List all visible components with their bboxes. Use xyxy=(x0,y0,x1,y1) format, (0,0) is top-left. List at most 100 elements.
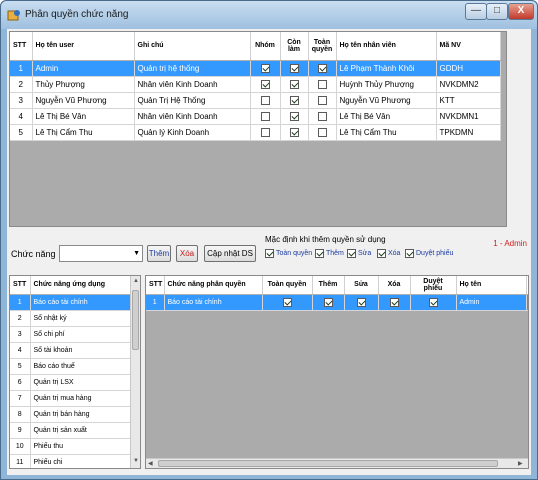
user-full-cell[interactable] xyxy=(308,124,337,141)
permissions-col-header[interactable]: Xóa xyxy=(378,276,411,295)
permissions-col-header[interactable]: Sửa xyxy=(344,276,379,295)
function-row[interactable]: 11 Phiếu chi xyxy=(10,454,131,468)
default-add-checkbox[interactable] xyxy=(315,249,324,258)
update-list-button[interactable]: Cập nhật DS xyxy=(204,245,256,262)
user-active-checkbox[interactable] xyxy=(289,111,299,121)
permissions-col-header[interactable]: Duyệt phiếu xyxy=(410,276,457,295)
functions-col-header[interactable]: STT xyxy=(10,276,31,295)
user-row[interactable]: 1 Admin Quản trị hệ thống Lê Phạm Thành Khô… xyxy=(10,60,501,77)
function-row[interactable]: 1 Báo cáo tài chính xyxy=(10,294,131,311)
scroll-left-icon[interactable]: ◀ xyxy=(148,460,153,467)
users-col-header[interactable]: STT xyxy=(10,32,33,61)
user-full-cell[interactable] xyxy=(308,108,337,125)
function-combobox[interactable]: ▼ xyxy=(59,245,143,262)
functions-col-header[interactable]: Chức năng ứng dụng xyxy=(30,276,131,295)
function-row[interactable]: 9 Quản trị sản xuất xyxy=(10,422,131,439)
scroll-right-icon[interactable]: ▶ xyxy=(518,460,523,467)
user-full-checkbox[interactable] xyxy=(317,95,327,105)
default-full-option[interactable]: Toàn quyền xyxy=(265,249,312,258)
chevron-down-icon[interactable]: ▼ xyxy=(133,250,140,257)
user-row[interactable]: 5 Lê Thị Cẩm Thu Quản lý Kinh Doanh Lê Thị … xyxy=(10,124,501,141)
user-group-cell[interactable] xyxy=(250,60,281,77)
perm-delete-cell[interactable] xyxy=(378,294,411,311)
permissions-col-header[interactable]: STT xyxy=(146,276,165,295)
default-approve-option[interactable]: Duyệt phiếu xyxy=(405,249,453,258)
perm-approve-checkbox[interactable] xyxy=(428,297,438,307)
delete-button[interactable]: Xóa xyxy=(176,245,198,262)
title-bar[interactable]: Phân quyền chức năng — □ X xyxy=(1,1,537,29)
user-active-checkbox[interactable] xyxy=(289,63,299,73)
default-edit-option[interactable]: Sửa xyxy=(347,249,371,258)
add-button[interactable]: Thêm xyxy=(147,245,171,262)
maximize-button[interactable]: □ xyxy=(486,3,508,20)
default-delete-checkbox[interactable] xyxy=(377,249,386,258)
perm-delete-checkbox[interactable] xyxy=(389,297,399,307)
perm-add-cell[interactable] xyxy=(312,294,345,311)
perm-add-checkbox[interactable] xyxy=(323,297,333,307)
function-row[interactable]: 7 Quản trị mua hàng xyxy=(10,390,131,407)
permissions-col-header[interactable]: C xyxy=(526,276,528,295)
permissions-col-header[interactable]: Chức năng phân quyền xyxy=(164,276,263,295)
user-row[interactable]: 3 Nguyễn Vũ Phương Quản Trị Hệ Thống Nguyễn… xyxy=(10,92,501,109)
user-full-checkbox[interactable] xyxy=(317,63,327,73)
user-full-cell[interactable] xyxy=(308,60,337,77)
user-full-checkbox[interactable] xyxy=(317,111,327,121)
permissions-scroll-thumb[interactable] xyxy=(158,460,498,467)
minimize-button[interactable]: — xyxy=(465,3,487,20)
permissions-scrollbar[interactable]: ◀ ▶ xyxy=(146,458,528,468)
function-row[interactable]: 6 Quản trị LSX xyxy=(10,374,131,391)
permissions-col-header[interactable]: Họ tên xyxy=(456,276,527,295)
user-active-cell[interactable] xyxy=(280,108,309,125)
user-group-cell[interactable] xyxy=(250,76,281,93)
user-row[interactable]: 2 Thủy Phượng Nhân viên Kinh Doanh Huỳnh Th… xyxy=(10,76,501,93)
users-col-header[interactable]: Ghi chú xyxy=(134,32,251,61)
functions-scrollbar[interactable]: ▲ ▼ xyxy=(130,276,140,468)
default-edit-checkbox[interactable] xyxy=(347,249,356,258)
user-group-cell[interactable] xyxy=(250,108,281,125)
user-full-checkbox[interactable] xyxy=(317,127,327,137)
user-active-cell[interactable] xyxy=(280,60,309,77)
users-col-header[interactable]: Họ tên user xyxy=(32,32,135,61)
user-group-cell[interactable] xyxy=(250,124,281,141)
permissions-col-header[interactable]: Thêm xyxy=(312,276,345,295)
users-grid[interactable]: STT Họ tên user Ghi chú Nhóm Còn làm Toàn quy… xyxy=(9,31,507,227)
function-row[interactable]: 8 Quản trị bán hàng xyxy=(10,406,131,423)
scroll-up-icon[interactable]: ▲ xyxy=(133,278,139,284)
function-row[interactable]: 4 Sổ tài khoản xyxy=(10,342,131,359)
functions-scroll-thumb[interactable] xyxy=(132,290,139,350)
users-col-header[interactable]: Còn làm xyxy=(280,32,309,61)
user-full-cell[interactable] xyxy=(308,76,337,93)
users-col-header[interactable]: Nhóm xyxy=(250,32,281,61)
perm-approve-cell[interactable] xyxy=(410,294,457,311)
perm-edit-cell[interactable] xyxy=(344,294,379,311)
default-delete-option[interactable]: Xóa xyxy=(377,249,400,258)
user-active-checkbox[interactable] xyxy=(289,79,299,89)
user-group-cell[interactable] xyxy=(250,92,281,109)
function-row[interactable]: 5 Báo cáo thuế xyxy=(10,358,131,375)
user-full-cell[interactable] xyxy=(308,92,337,109)
function-row[interactable]: 3 Sổ chi phí xyxy=(10,326,131,343)
user-group-checkbox[interactable] xyxy=(260,127,270,137)
user-full-checkbox[interactable] xyxy=(317,79,327,89)
default-add-option[interactable]: Thêm xyxy=(315,249,344,258)
user-active-cell[interactable] xyxy=(280,92,309,109)
users-col-header[interactable]: Họ tên nhân viên xyxy=(336,32,437,61)
user-active-checkbox[interactable] xyxy=(289,95,299,105)
scroll-down-icon[interactable]: ▼ xyxy=(133,458,139,464)
user-active-checkbox[interactable] xyxy=(289,127,299,137)
user-group-checkbox[interactable] xyxy=(260,63,270,73)
user-active-cell[interactable] xyxy=(280,124,309,141)
permission-row[interactable]: 1Báo cáo tài chính AdminQ xyxy=(146,294,528,311)
users-col-header[interactable]: Toàn quyền xyxy=(308,32,337,61)
user-active-cell[interactable] xyxy=(280,76,309,93)
default-full-checkbox[interactable] xyxy=(265,249,274,258)
function-row[interactable]: 2 Sổ nhật ký xyxy=(10,310,131,327)
permissions-col-header[interactable]: Toàn quyền xyxy=(262,276,313,295)
functions-grid[interactable]: STT Chức năng ứng dụng 1 Báo cáo tài chính… xyxy=(9,275,141,469)
user-group-checkbox[interactable] xyxy=(260,111,270,121)
perm-edit-checkbox[interactable] xyxy=(356,297,366,307)
users-col-header[interactable]: Mã NV xyxy=(436,32,501,61)
default-approve-checkbox[interactable] xyxy=(405,249,414,258)
function-row[interactable]: 10 Phiếu thu xyxy=(10,438,131,455)
permissions-grid[interactable]: STT Chức năng phân quyền Toàn quyền Thêm Sửa… xyxy=(145,275,529,469)
